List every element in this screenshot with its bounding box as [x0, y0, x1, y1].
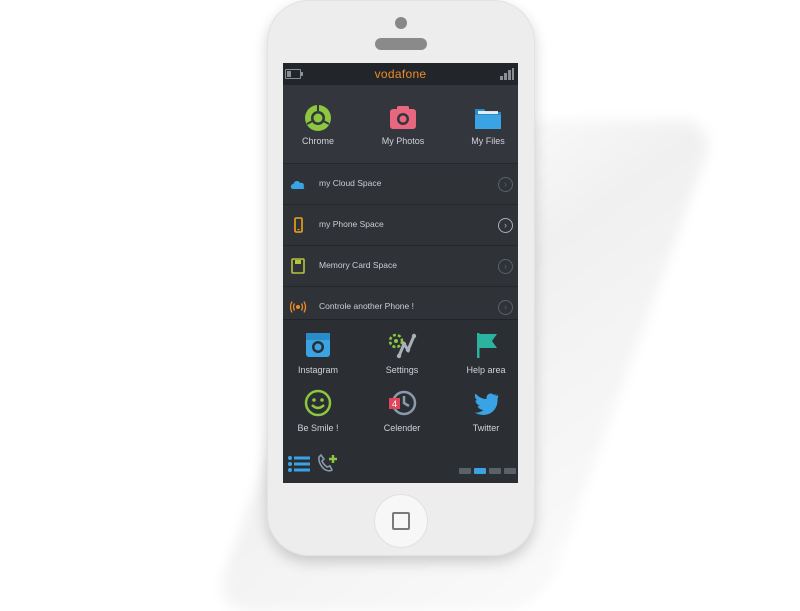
- list-item-phone-space[interactable]: my Phone Space ›: [283, 204, 518, 246]
- carrier-name: vodafone: [374, 67, 427, 81]
- chevron-right-icon: ›: [498, 177, 513, 192]
- page-dot[interactable]: [489, 468, 501, 474]
- app-help-area[interactable]: Help area: [451, 330, 518, 375]
- chevron-right-icon: ›: [498, 259, 513, 274]
- list-item-label: Controle another Phone !: [319, 301, 414, 311]
- app-be-smile[interactable]: Be Smile !: [283, 388, 353, 433]
- folder-icon: [475, 109, 501, 129]
- phone-icon: [294, 217, 303, 233]
- clock-icon: 4: [389, 390, 417, 416]
- home-square-icon: [392, 512, 410, 530]
- app-twitter[interactable]: Twitter: [451, 388, 518, 433]
- signal-icon: [500, 68, 514, 80]
- app-chrome[interactable]: Chrome: [283, 103, 353, 146]
- calendar-badge: 4: [392, 399, 397, 409]
- storage-list: my Cloud Space › my Phone Space › Memory…: [283, 163, 518, 319]
- app-my-files[interactable]: My Files: [453, 103, 518, 146]
- twitter-icon: [474, 393, 499, 415]
- list-item-label: my Phone Space: [319, 219, 384, 229]
- status-bar: vodafone: [283, 63, 518, 85]
- app-label: Settings: [385, 365, 419, 375]
- app-celender[interactable]: 4 Celender: [367, 388, 437, 433]
- settings-icon: [388, 333, 417, 359]
- page-dot-active[interactable]: [474, 468, 486, 474]
- chevron-right-icon: ›: [498, 218, 513, 233]
- dock: [283, 453, 518, 483]
- instagram-icon: [306, 333, 330, 357]
- phone-screen: vodafone Chrome My Photos My Files my Cl…: [283, 63, 518, 483]
- app-label: Chrome: [301, 136, 334, 146]
- phone-device: vodafone Chrome My Photos My Files my Cl…: [267, 0, 535, 556]
- app-label: Celender: [383, 423, 421, 433]
- earpiece-speaker: [375, 38, 427, 50]
- app-my-photos[interactable]: My Photos: [368, 103, 438, 146]
- add-call-icon[interactable]: [317, 454, 337, 472]
- chevron-right-icon: ›: [498, 300, 513, 315]
- front-camera: [395, 17, 407, 29]
- floppy-icon: [291, 258, 305, 274]
- list-item-memory-card-space[interactable]: Memory Card Space ›: [283, 245, 518, 287]
- app-label: My Files: [471, 136, 505, 146]
- app-label: Twitter: [472, 423, 500, 433]
- app-label: My Photos: [381, 136, 425, 146]
- app-settings[interactable]: Settings: [367, 330, 437, 375]
- app-label: Help area: [466, 365, 506, 375]
- list-icon[interactable]: [288, 455, 310, 473]
- page-dot[interactable]: [459, 468, 471, 474]
- cloud-icon: [290, 181, 305, 189]
- page-dot[interactable]: [504, 468, 516, 474]
- list-item-cloud-space[interactable]: my Cloud Space ›: [283, 163, 518, 205]
- home-button[interactable]: [374, 494, 428, 548]
- app-label: Be Smile !: [297, 423, 339, 433]
- chrome-icon: [305, 105, 331, 131]
- page-indicator[interactable]: [456, 461, 516, 479]
- app-label: Instagram: [297, 365, 339, 375]
- app-instagram[interactable]: Instagram: [283, 330, 353, 375]
- flag-icon: [477, 333, 497, 358]
- broadcast-icon: [289, 301, 307, 313]
- smile-icon: [304, 389, 332, 417]
- top-app-row: Chrome My Photos My Files: [283, 85, 518, 163]
- camera-icon: [390, 106, 416, 129]
- list-item-label: my Cloud Space: [319, 178, 382, 188]
- list-item-label: Memory Card Space: [319, 260, 397, 270]
